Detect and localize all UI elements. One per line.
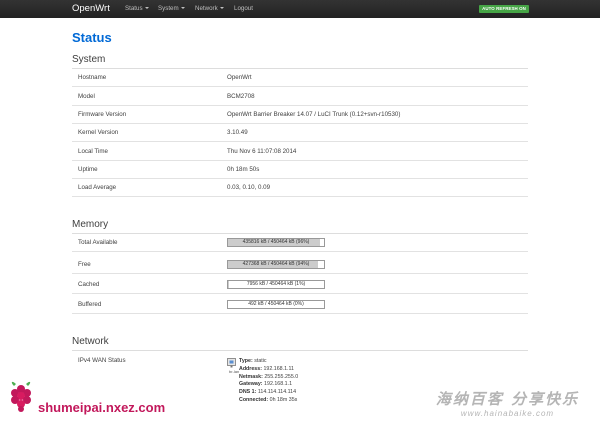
menu-network-label: Network bbox=[195, 5, 218, 12]
hostname-value: OpenWrt bbox=[227, 74, 252, 81]
wan-details: Type: static Address: 192.168.1.11 Netma… bbox=[239, 358, 298, 405]
wan-gateway: Gateway: 192.168.1.1 bbox=[239, 381, 298, 389]
menu-status[interactable]: Status bbox=[125, 5, 149, 12]
progress-label: 427368 kB / 450464 kB (94%) bbox=[242, 261, 310, 267]
wan-connected-value: 0h 18m 35s bbox=[269, 396, 298, 403]
wan-netmask-value: 255.255.255.0 bbox=[264, 373, 299, 380]
table-row: Uptime 0h 18m 50s bbox=[72, 161, 528, 179]
menu-logout-label: Logout bbox=[234, 5, 253, 12]
brand-logo[interactable]: OpenWrt bbox=[72, 3, 110, 14]
uptime-value: 0h 18m 50s bbox=[227, 166, 260, 173]
wan-status-label: IPv4 WAN Status bbox=[78, 357, 126, 364]
progress-bar: 492 kB / 450464 kB (0%) bbox=[227, 300, 325, 309]
table-row: Load Average 0.03, 0.10, 0.09 bbox=[72, 179, 528, 197]
progress-label: 492 kB / 450464 kB (0%) bbox=[248, 301, 304, 307]
firmware-label: Firmware Version bbox=[78, 111, 127, 118]
wan-gateway-value: 192.168.1.1 bbox=[264, 381, 293, 388]
wan-type-label: Type: bbox=[239, 358, 253, 364]
model-label: Model bbox=[78, 93, 95, 100]
load-average-value: 0.03, 0.10, 0.09 bbox=[227, 184, 271, 191]
hostname-label: Hostname bbox=[78, 74, 107, 81]
menu-logout[interactable]: Logout bbox=[234, 5, 253, 12]
watermark-right-url: www.hainabaike.com bbox=[460, 409, 555, 418]
wan-type-value: static bbox=[254, 358, 267, 364]
menu-status-label: Status bbox=[125, 5, 143, 12]
progress-label: 7956 kB / 450464 kB (1%) bbox=[246, 281, 306, 287]
system-section-title: System bbox=[72, 54, 106, 65]
chevron-down-icon bbox=[144, 7, 149, 10]
progress-bar: 427368 kB / 450464 kB (94%) bbox=[227, 260, 325, 269]
section-divider bbox=[72, 350, 528, 351]
chevron-down-icon bbox=[219, 7, 224, 10]
raspberry-logo-icon bbox=[11, 381, 31, 412]
free-label: Free bbox=[78, 261, 91, 268]
progress-bar: 435816 kB / 450464 kB (96%) bbox=[227, 238, 325, 247]
load-average-label: Load Average bbox=[78, 184, 117, 191]
table-row: Local Time Thu Nov 6 11:07:08 2014 bbox=[72, 143, 528, 161]
table-row: Model BCM2708 bbox=[72, 88, 528, 106]
wan-gateway-label: Gateway: bbox=[239, 381, 263, 388]
total-available-label: Total Available bbox=[78, 239, 118, 246]
table-row: Hostname OpenWrt bbox=[72, 69, 528, 87]
progress-bar: 7956 kB / 450464 kB (1%) bbox=[227, 280, 325, 289]
wan-dns: DNS 1: 114.114.114.114 bbox=[239, 389, 298, 397]
network-section-title: Network bbox=[72, 336, 109, 347]
table-row: Free 427368 kB / 450464 kB (94%) bbox=[72, 256, 528, 274]
ethernet-port-icon bbox=[227, 358, 236, 368]
auto-refresh-toggle[interactable]: AUTO REFRESH ON bbox=[479, 5, 529, 13]
table-row: Total Available 435816 kB / 450464 kB (9… bbox=[72, 234, 528, 252]
kernel-label: Kernel Version bbox=[78, 129, 119, 136]
wan-address: Address: 192.168.1.11 bbox=[239, 366, 298, 374]
menu-system-label: System bbox=[158, 5, 179, 12]
menu-system[interactable]: System bbox=[158, 5, 185, 12]
wan-type: Type: static bbox=[239, 358, 298, 366]
wan-dns-value: 114.114.114.114 bbox=[257, 389, 297, 396]
table-row: Cached 7956 kB / 450464 kB (1%) bbox=[72, 276, 528, 294]
wan-address-value: 192.168.1.11 bbox=[263, 365, 294, 372]
local-time-label: Local Time bbox=[78, 148, 108, 155]
table-row: Buffered 492 kB / 450464 kB (0%) bbox=[72, 296, 528, 314]
wan-connected: Connected: 0h 18m 35s bbox=[239, 397, 298, 405]
top-navbar: OpenWrt Status System Network Logout AUT… bbox=[0, 0, 600, 18]
uptime-label: Uptime bbox=[78, 166, 98, 173]
local-time-value: Thu Nov 6 11:07:08 2014 bbox=[227, 148, 297, 155]
table-row: Kernel Version 3.10.49 bbox=[72, 124, 528, 142]
wan-connected-label: Connected: bbox=[239, 396, 269, 403]
model-value: BCM2708 bbox=[227, 93, 255, 100]
progress-label: 435816 kB / 450464 kB (96%) bbox=[242, 239, 310, 245]
watermark-right-text: 海纳百客 分享快乐 bbox=[435, 390, 580, 408]
table-row: Firmware Version OpenWrt Barrier Breaker… bbox=[72, 106, 528, 124]
cached-label: Cached bbox=[78, 281, 100, 288]
kernel-value: 3.10.49 bbox=[227, 129, 248, 136]
page-title: Status bbox=[72, 30, 112, 45]
wan-port-label: br-lan bbox=[229, 369, 240, 374]
firmware-value: OpenWrt Barrier Breaker 14.07 / LuCI Tru… bbox=[227, 111, 401, 118]
chevron-down-icon bbox=[180, 7, 185, 10]
wan-netmask: Netmask: 255.255.255.0 bbox=[239, 374, 298, 382]
watermark-right: 海纳百客 分享快乐 www.hainabaike.com bbox=[420, 388, 595, 418]
wan-address-label: Address: bbox=[239, 365, 262, 372]
buffered-label: Buffered bbox=[78, 301, 102, 308]
wan-netmask-label: Netmask: bbox=[239, 373, 263, 380]
watermark-left-text: shumeipai.nxez.com bbox=[38, 400, 166, 415]
memory-section-title: Memory bbox=[72, 219, 109, 230]
menu-network[interactable]: Network bbox=[195, 5, 224, 12]
wan-dns-label: DNS 1: bbox=[239, 389, 257, 396]
